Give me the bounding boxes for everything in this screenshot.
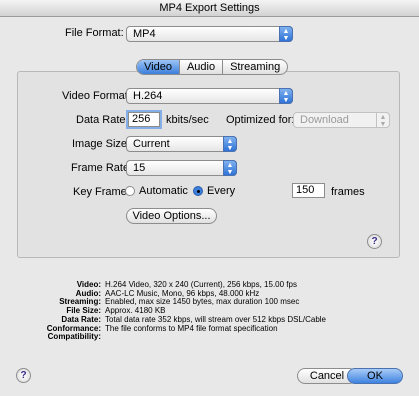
help-button-video[interactable]: ? <box>367 234 382 249</box>
data-rate-field[interactable]: 256 <box>126 110 162 129</box>
image-size-popup[interactable]: Current ▲ ▼ <box>126 136 237 152</box>
popup-arrows-icon: ▲ ▼ <box>376 112 390 128</box>
summary-key: Compatibility: <box>47 332 101 342</box>
image-size-value: Current <box>133 138 170 150</box>
popup-arrows-icon: ▲ ▼ <box>279 26 293 42</box>
popup-arrows-icon: ▲ ▼ <box>223 160 237 176</box>
image-size-label: Image Size: <box>72 138 131 150</box>
automatic-radio[interactable] <box>125 186 135 196</box>
tab-streaming[interactable]: Streaming <box>223 60 287 74</box>
summary-row: Compatibility: <box>40 333 326 342</box>
video-format-popup[interactable]: H.264 ▲ ▼ <box>126 88 293 104</box>
optimized-for-popup[interactable]: Download ▲ ▼ <box>293 112 390 128</box>
frame-rate-popup[interactable]: 15 ▲ ▼ <box>126 160 237 176</box>
key-frame-interval-field[interactable]: 150 <box>292 183 325 198</box>
help-button-dialog[interactable]: ? <box>16 368 31 383</box>
tab-audio[interactable]: Audio <box>180 60 224 74</box>
key-frame-every-option[interactable]: Every <box>193 185 235 197</box>
data-rate-label: Data Rate: <box>76 114 129 126</box>
key-frame-automatic-option[interactable]: Automatic <box>125 185 188 197</box>
export-settings-window: MP4 Export Settings File Format: MP4 ▲ ▼ … <box>0 0 419 396</box>
summary-value: The file conforms to MP4 file format spe… <box>105 323 278 333</box>
question-mark-icon: ? <box>371 236 378 247</box>
settings-summary: Video: H.264 Video, 320 x 240 (Current), … <box>40 280 326 342</box>
window-title: MP4 Export Settings <box>0 0 419 17</box>
optimized-for-value: Download <box>300 114 349 126</box>
optimized-for-label: Optimized for: <box>226 114 295 126</box>
file-format-label: File Format: <box>65 27 124 39</box>
frame-rate-value: 15 <box>133 162 146 174</box>
ok-button[interactable]: OK <box>347 368 403 384</box>
video-format-value: H.264 <box>133 90 163 102</box>
frames-label: frames <box>331 186 365 198</box>
data-rate-unit: kbits/sec <box>166 114 209 126</box>
question-mark-icon: ? <box>20 370 27 381</box>
every-label: Every <box>207 185 236 197</box>
video-options-button[interactable]: Video Options... <box>126 208 217 224</box>
file-format-value: MP4 <box>133 28 156 40</box>
file-format-popup[interactable]: MP4 ▲ ▼ <box>126 26 293 42</box>
video-format-label: Video Format: <box>62 90 131 102</box>
tab-video[interactable]: Video <box>137 60 180 74</box>
every-radio[interactable] <box>193 186 203 196</box>
automatic-label: Automatic <box>139 185 188 197</box>
popup-arrows-icon: ▲ ▼ <box>223 136 237 152</box>
frame-rate-label: Frame Rate: <box>71 162 133 174</box>
key-frame-label: Key Frame: <box>73 186 130 198</box>
popup-arrows-icon: ▲ ▼ <box>279 88 293 104</box>
settings-tabs: Video Audio Streaming <box>136 59 289 75</box>
